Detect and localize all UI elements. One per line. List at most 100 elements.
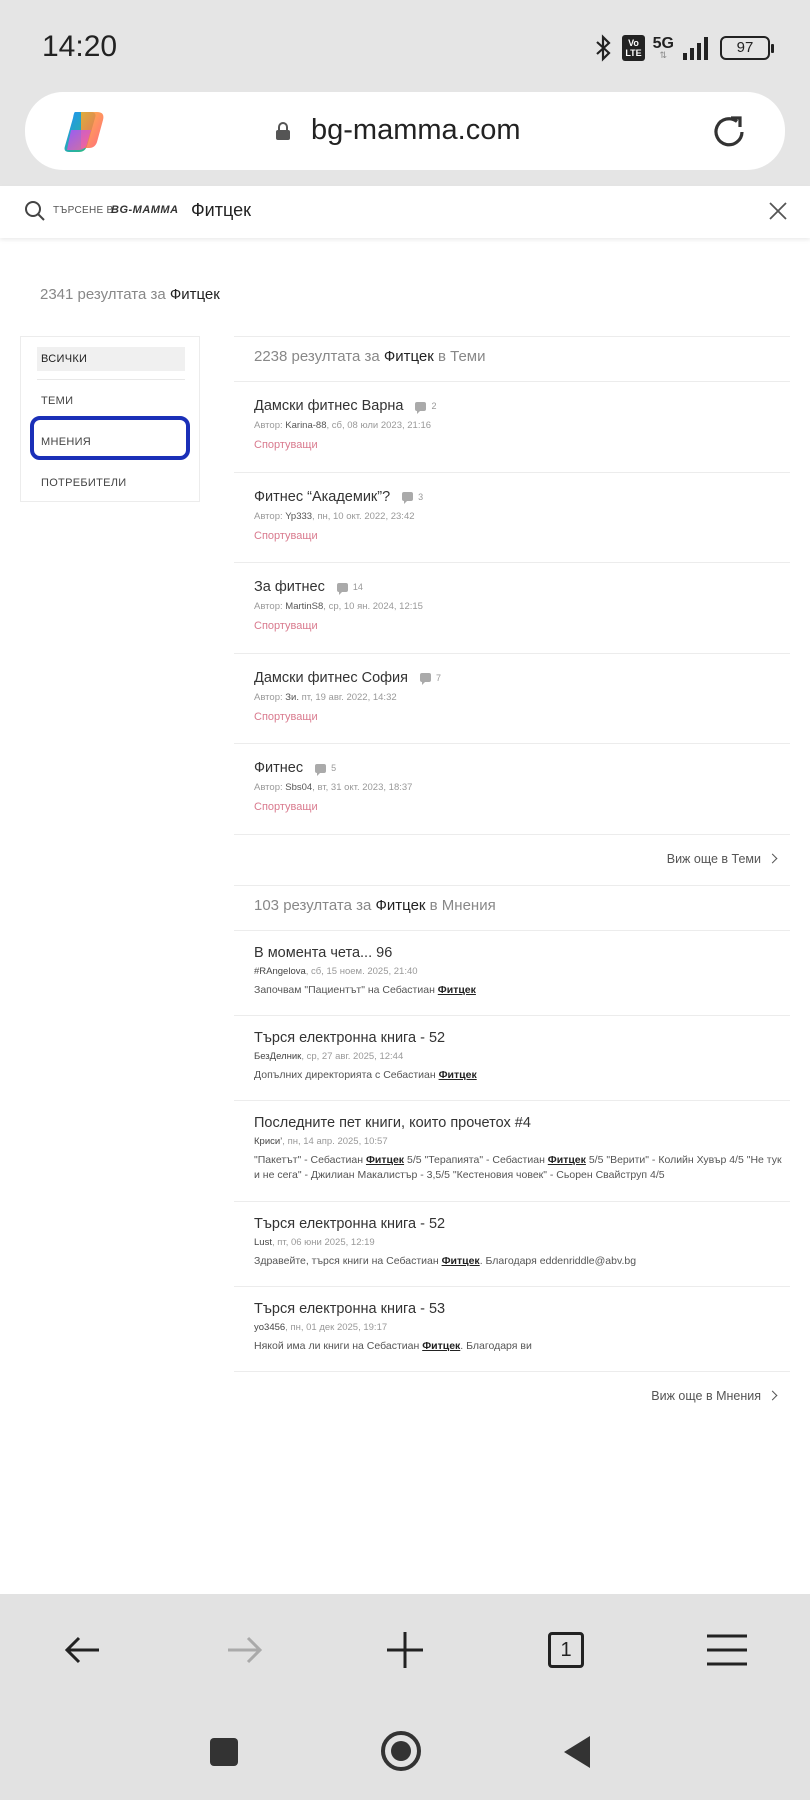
back-triangle-icon[interactable]: [562, 1734, 592, 1770]
comment-icon: [336, 582, 348, 595]
opinion-excerpt: Допълних директорията с Себастиан Фитцек: [254, 1068, 477, 1081]
see-more-themes-link[interactable]: Виж още в Теми: [234, 835, 790, 885]
results-column: 2238 резултата за Фитцек в Теми Дамски ф…: [234, 336, 790, 1422]
topic-category[interactable]: Спортуващи: [254, 530, 790, 542]
topic-item[interactable]: Дамски фитнес Варна 2 Автор: Karina-88, с…: [234, 382, 790, 473]
site-search-bar[interactable]: ТЪРСЕНЕ В BG-MAMMA Фитцек: [0, 186, 810, 238]
bluetooth-icon: [596, 34, 611, 62]
opinions-section-header: 103 резултата за Фитцек в Мнения: [234, 884, 790, 931]
copilot-icon[interactable]: [61, 108, 107, 154]
filter-themes[interactable]: ТЕМИ: [37, 389, 185, 413]
topic-meta: Автор: Karina-88, сб, 08 юли 2023, 21:16: [254, 420, 432, 431]
topic-category[interactable]: Спортуващи: [254, 439, 790, 451]
topic-title[interactable]: Фитнес: [254, 760, 303, 776]
topic-author[interactable]: Karina-88: [285, 420, 326, 431]
topic-item[interactable]: Фитнес 5 Автор: Sbs04, вт, 31 окт. 2023, …: [234, 744, 790, 835]
search-icon[interactable]: [24, 200, 46, 222]
url-text[interactable]: bg-mamma.com: [311, 114, 521, 147]
topic-title[interactable]: Дамски фитнес София: [254, 670, 408, 686]
themes-count: 2238 резултата за: [254, 348, 380, 365]
chevron-right-icon: [767, 853, 778, 864]
results-summary: 2341 резултата за Фитцек: [40, 286, 220, 303]
opinion-author[interactable]: #RAngelova: [254, 966, 306, 977]
home-icon[interactable]: [380, 1730, 422, 1772]
opinion-meta: yo3456, пн, 01 дек 2025, 19:17: [254, 1321, 388, 1333]
opinion-excerpt: Някой има ли книги на Себастиан Фитцек. …: [254, 1339, 532, 1352]
filter-all[interactable]: ВСИЧКИ: [37, 347, 185, 371]
topic-meta: Автор: Sbs04, вт, 31 окт. 2023, 18:37: [254, 782, 413, 794]
opinion-title[interactable]: Търся електронна книга - 52: [254, 1030, 790, 1046]
opinion-title[interactable]: Последните пет книги, които прочетох #4: [254, 1115, 790, 1131]
opinion-item[interactable]: В момента чета... 96 #RAngelova, сб, 15 …: [234, 931, 790, 1016]
results-query: Фитцек: [169, 286, 220, 303]
opinion-item[interactable]: Търся електронна книга - 52 Lust, пт, 06…: [234, 1202, 790, 1287]
opinion-title[interactable]: Търся електронна книга - 53: [254, 1301, 790, 1317]
topic-author[interactable]: Зи.: [285, 692, 299, 703]
themes-query: Фитцек: [383, 348, 434, 365]
opinion-author[interactable]: Криси’: [254, 1136, 282, 1147]
plus-icon[interactable]: [381, 1626, 429, 1674]
selection-highlight: [30, 416, 190, 460]
comment-count: 3: [402, 492, 423, 505]
themes-section-header: 2238 резултата за Фитцек в Теми: [234, 336, 790, 382]
status-time: 14:20: [42, 30, 118, 63]
volte-badge: Vo LTE: [622, 35, 645, 61]
opinions-suffix: в Мнения: [429, 896, 496, 914]
opinion-item[interactable]: Търся електронна книга - 53 yo3456, пн, …: [234, 1287, 790, 1372]
recent-apps-icon[interactable]: [208, 1736, 240, 1768]
topic-title[interactable]: За фитнес: [254, 579, 325, 595]
topic-item[interactable]: Дамски фитнес София 7 Автор: Зи. пт, 19 а…: [234, 654, 790, 745]
comment-count: 7: [420, 673, 441, 686]
opinion-author[interactable]: БезДелник: [254, 1051, 301, 1062]
topic-category[interactable]: Спортуващи: [254, 801, 790, 813]
opinion-author[interactable]: yo3456: [254, 1322, 285, 1333]
topic-author[interactable]: MartinS8: [285, 601, 323, 612]
opinion-item[interactable]: Последните пет книги, които прочетох #4 …: [234, 1101, 790, 1202]
opinion-meta: Криси’, пн, 14 апр. 2025, 10:57: [254, 1135, 388, 1147]
address-bar[interactable]: bg-mamma.com: [25, 92, 785, 170]
reload-icon[interactable]: [709, 112, 749, 152]
comment-icon: [420, 673, 432, 686]
opinion-author[interactable]: Lust: [254, 1237, 272, 1248]
opinion-meta: БезДелник, ср, 27 авг. 2025, 12:44: [254, 1050, 404, 1062]
filter-users[interactable]: ПОТРЕБИТЕЛИ: [37, 471, 185, 495]
themes-suffix: в Теми: [438, 348, 486, 365]
topic-author[interactable]: Yp333: [285, 511, 312, 522]
topic-category[interactable]: Спортуващи: [254, 620, 790, 632]
network-indicator: 5G ⇅: [652, 34, 674, 60]
opinion-excerpt: Здравейте, търся книги на Себастиан Фитц…: [254, 1254, 637, 1267]
comment-count: 5: [315, 763, 336, 776]
see-more-opinions-link[interactable]: Виж още в Мнения: [234, 1372, 790, 1422]
network-type: 5G: [652, 34, 674, 52]
status-icons: Vo LTE 5G ⇅ 97: [592, 30, 774, 66]
topic-meta: Автор: Зи. пт, 19 авг. 2022, 14:32: [254, 691, 397, 703]
system-navigation-bar: [0, 1704, 810, 1800]
tabs-button[interactable]: 1: [542, 1626, 590, 1674]
opinion-item[interactable]: Търся електронна книга - 52 БезДелник, с…: [234, 1016, 790, 1101]
arrow-left-icon[interactable]: [59, 1626, 107, 1674]
topic-author[interactable]: Sbs04: [285, 782, 312, 793]
search-input[interactable]: Фитцек: [191, 200, 251, 221]
topic-category[interactable]: Спортуващи: [254, 711, 790, 723]
status-bar: 14:20 Vo LTE 5G ⇅ 97: [0, 0, 810, 92]
brand-logo: BG-MAMMA: [111, 204, 179, 216]
topic-item[interactable]: Фитнес “Академик”? 3 Автор: Yp333, пн, 10…: [234, 473, 790, 564]
topic-item[interactable]: За фитнес 14 Автор: MartinS8, ср, 10 ян. …: [234, 563, 790, 654]
arrow-right-icon[interactable]: [220, 1626, 268, 1674]
comment-count: 2: [415, 401, 436, 414]
topic-meta: Автор: MartinS8, ср, 10 ян. 2024, 12:15: [254, 601, 423, 613]
opinion-title[interactable]: Търся електронна книга - 52: [254, 1216, 790, 1232]
topic-title[interactable]: Фитнес “Академик”?: [254, 489, 390, 505]
hamburger-icon[interactable]: [703, 1626, 751, 1674]
comment-icon: [315, 763, 327, 776]
comment-icon: [415, 401, 427, 414]
lock-icon: [276, 122, 290, 140]
filter-panel: ВСИЧКИ ТЕМИ МНЕНИЯ ПОТРЕБИТЕЛИ: [20, 336, 200, 502]
chevron-right-icon: [767, 1390, 778, 1401]
tab-count: 1: [548, 1632, 584, 1668]
comment-icon: [402, 492, 414, 505]
close-icon[interactable]: [768, 201, 788, 221]
opinion-title[interactable]: В момента чета... 96: [254, 945, 790, 961]
topic-title[interactable]: Дамски фитнес Варна: [254, 398, 403, 414]
browser-toolbar: 1: [0, 1594, 810, 1704]
